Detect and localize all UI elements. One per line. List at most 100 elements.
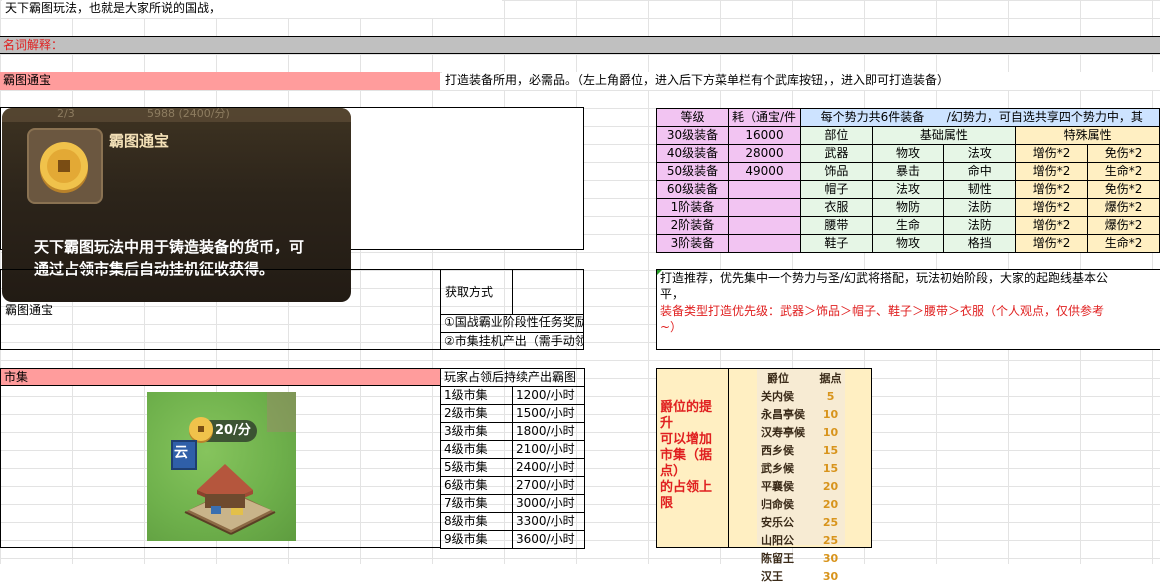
rank-note-line: 限: [660, 496, 674, 511]
equip-special-attr: 生命*2: [1087, 234, 1160, 253]
market-level: 6级市集: [440, 476, 513, 495]
rank-note-text: 爵位的提 升 可以增加 市集（据 点） 的占领上 限: [660, 400, 712, 512]
market-rate-badge: 20/分: [215, 423, 251, 438]
advice-line-2: 平，: [660, 287, 685, 301]
market-output-header: 玩家占领后持续产出霸图: [440, 368, 585, 387]
equip-note-part1: 每个势力共6件装备: [799, 108, 944, 127]
rank-note-line: 的占领上: [660, 480, 713, 495]
equip-slot: 鞋子: [800, 234, 873, 253]
equip-special-attr: 增伤*2: [1015, 234, 1089, 253]
equip-base-attr: 命中: [943, 162, 1017, 181]
rank-title: 关内侯: [761, 390, 794, 403]
card-header-right: 5988 (2400/分): [147, 108, 230, 120]
rank-note-line: 升: [660, 416, 674, 431]
market-image: 20/分 云: [147, 392, 296, 541]
rank-note-line: 市集（据: [660, 448, 713, 463]
rank-table-image: 爵位 据点 关内侯 5 永昌亭侯 10 汉寿亭候 10 西乡侯 15 武乡候 15 平襄侯 2…: [757, 369, 845, 583]
rank-title: 山阳公: [761, 534, 794, 547]
equip-special-attr: 增伤*2: [1015, 162, 1089, 181]
cost-row-level: 30级装备: [656, 126, 729, 145]
cost-header-level: 等级: [656, 108, 729, 127]
rank-title: 西乡侯: [761, 444, 794, 457]
market-level: 8级市集: [440, 512, 513, 531]
card-desc-line1: 天下霸图玩法中用于铸造装备的货币，可: [34, 238, 305, 256]
market-level: 1级市集: [440, 386, 513, 405]
rank-header-count: 据点: [819, 372, 842, 385]
advice-line-3: 装备类型打造优先级：武器＞饰品＞帽子、鞋子＞腰带＞衣服（个人观点，仅供参考: [660, 304, 1105, 318]
rank-note-line: 可以增加: [660, 432, 713, 447]
cost-row-value: 16000: [728, 126, 801, 145]
equip-base-attr: 法防: [943, 216, 1017, 235]
equip-base-attr: 生命: [871, 216, 945, 235]
market-output-table: 玩家占领后持续产出霸图 1级市集 1200/小时 2级市集 1500/小时 3级市集…: [440, 368, 585, 549]
equip-special-attr: 增伤*2: [1015, 216, 1089, 235]
equip-special-attr: 免伤*2: [1087, 180, 1160, 199]
cost-row-level: 50级装备: [656, 162, 729, 181]
equip-header-slot: 部位: [800, 126, 873, 145]
equip-slot: 武器: [800, 144, 873, 163]
rank-count: 5: [826, 389, 835, 403]
market-level: 5级市集: [440, 458, 513, 477]
equip-slot: 衣服: [800, 198, 873, 217]
rank-title: 陈留王: [761, 552, 794, 565]
rank-count: 20: [822, 497, 839, 511]
rank-title: 汉寿亭候: [761, 426, 805, 439]
equip-slot: 腰带: [800, 216, 873, 235]
market-output: 2700/小时: [512, 476, 585, 495]
currency-usage-text: 打造装备所用，必需品。（左上角爵位，进入后下方菜单栏有个武库按钮，，进入即可打造…: [442, 72, 1160, 90]
rank-count: 30: [822, 569, 839, 583]
cost-row-value: 28000: [728, 144, 801, 163]
equip-base-attr: 韧性: [943, 180, 1017, 199]
cost-row-level: 3阶装备: [656, 234, 729, 253]
market-output: 3300/小时: [512, 512, 585, 531]
market-level: 4级市集: [440, 440, 513, 459]
market-output: 2400/小时: [512, 458, 585, 477]
rank-count: 10: [822, 407, 839, 421]
rank-note-line: 爵位的提: [660, 400, 713, 415]
currency-name-cell: 霸图通宝: [0, 72, 440, 90]
cost-table: 等级 耗（通宝/件 30级装备 16000 40级装备 28000 50级装备 490…: [656, 108, 801, 253]
market-output: 2100/小时: [512, 440, 585, 459]
cost-row-value: [728, 198, 801, 217]
equip-base-attr: 物攻: [871, 234, 945, 253]
market-output: 1500/小时: [512, 404, 585, 423]
coin-icon: [40, 142, 88, 193]
currency-row-label: 霸图通宝: [5, 303, 54, 317]
cost-header-cost: 耗（通宝/件: [728, 108, 801, 127]
equip-special-attr: 免伤*2: [1087, 144, 1160, 163]
acquire-method-1: ①国战霸业阶段性任务奖励: [440, 314, 584, 332]
equip-slot: 帽子: [800, 180, 873, 199]
market-level: 3级市集: [440, 422, 513, 441]
cost-row-value: [728, 216, 801, 235]
acquire-label: 获取方式: [445, 285, 494, 299]
equip-special-attr: 增伤*2: [1015, 144, 1089, 163]
equip-base-attr: 法防: [943, 198, 1017, 217]
equip-special-attr: 生命*2: [1087, 162, 1160, 181]
equip-note-part2: /幻势力，可自选共享四个势力中，其: [943, 108, 1160, 127]
market-level: 2级市集: [440, 404, 513, 423]
equip-base-attr: 法攻: [943, 144, 1017, 163]
cost-row-level: 1阶装备: [656, 198, 729, 217]
acquire-method-2: ②市集挂机产出（需手动领取）: [440, 332, 584, 350]
cost-row-value: [728, 180, 801, 199]
cost-row-value: [728, 234, 801, 253]
rank-title: 安乐公: [761, 516, 794, 529]
cost-row-level: 40级装备: [656, 144, 729, 163]
rank-title: 汉王: [761, 570, 783, 583]
advice-box: 打造推荐，优先集中一个势力与圣/幻武将搭配，玩法初始阶段，大家的起跑线基本公 平…: [656, 269, 1160, 350]
equip-slot: 饰品: [800, 162, 873, 181]
rank-count: 25: [822, 533, 839, 547]
rank-title: 永昌亭侯: [761, 408, 805, 421]
equip-header-special: 特殊属性: [1015, 126, 1160, 145]
market-level: 7级市集: [440, 494, 513, 513]
rank-count: 25: [822, 515, 839, 529]
equipment-table: 每个势力共6件装备 /幻势力，可自选共享四个势力中，其 部位 基础属性 特殊属性…: [799, 108, 1160, 253]
rank-count: 15: [822, 443, 839, 457]
card-title: 霸图通宝: [109, 132, 170, 150]
market-output: 3000/小时: [512, 494, 585, 513]
equip-special-attr: 增伤*2: [1015, 198, 1089, 217]
market-output: 3600/小时: [512, 530, 585, 549]
rank-count: 15: [822, 461, 839, 475]
equip-special-attr: 增伤*2: [1015, 180, 1089, 199]
equip-header-base: 基础属性: [871, 126, 1017, 145]
